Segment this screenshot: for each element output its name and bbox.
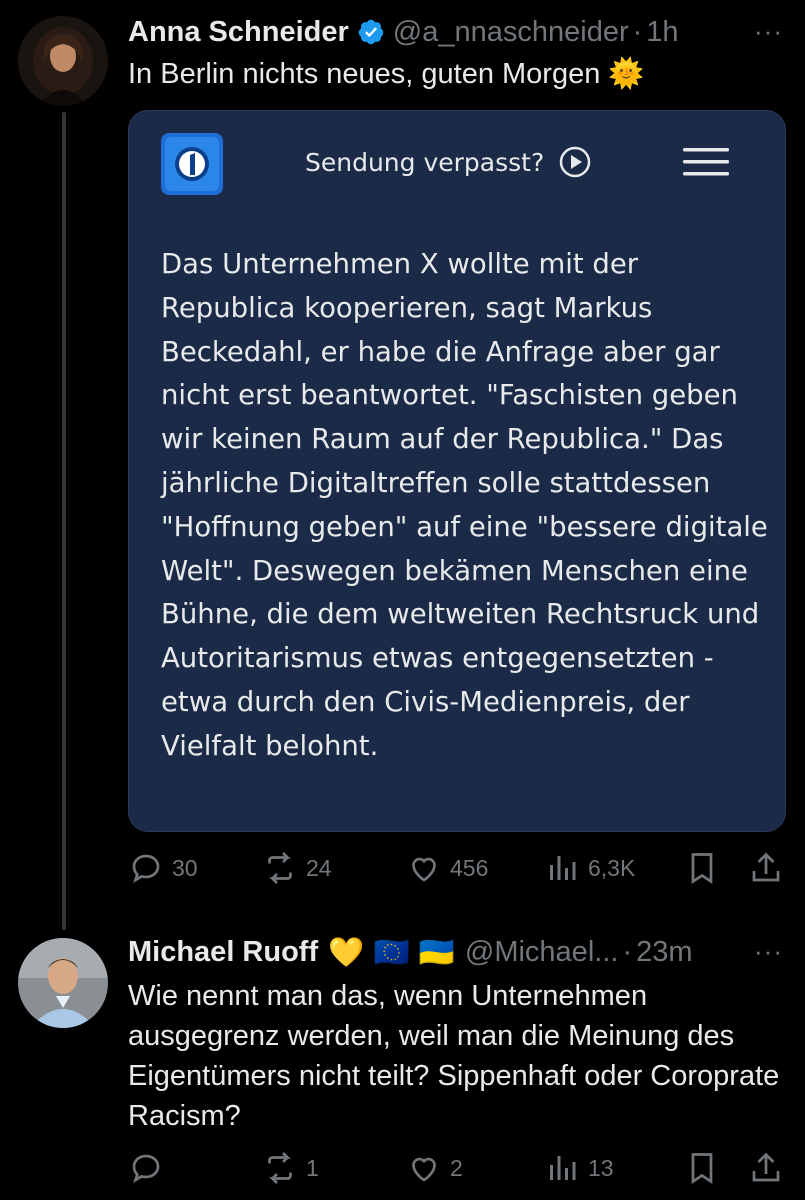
author-name[interactable]: Anna Schneider — [128, 14, 349, 50]
separator-dot: · — [632, 16, 643, 48]
card-title[interactable]: Sendung verpasst? — [305, 148, 544, 177]
author-name[interactable]: Michael Ruoff — [128, 934, 318, 970]
tweet1-header: Anna Schneider @a_nnaschneider · 1h — [128, 14, 679, 50]
tweet1-action-bar: 30 24 456 6,3K — [128, 848, 788, 888]
reply-icon — [132, 854, 160, 883]
author-handle[interactable]: @a_nnaschneider — [393, 14, 629, 50]
card-header: Sendung verpasst? — [305, 145, 592, 179]
share-icon — [752, 1152, 780, 1182]
tweet1-text: In Berlin nichts neues, guten Morgen 🌞 — [128, 58, 645, 90]
avatar-michael-ruoff[interactable] — [18, 938, 108, 1028]
share-button[interactable] — [748, 1150, 784, 1186]
repost-count: 1 — [306, 1154, 319, 1181]
avatar-image — [18, 938, 108, 1028]
like-count: 456 — [450, 854, 489, 881]
heart-icon — [412, 1157, 436, 1182]
tagesschau-logo-icon — [161, 133, 223, 195]
repost-icon — [268, 852, 292, 884]
views-button[interactable]: 6,3K — [544, 850, 635, 886]
embedded-screenshot-card[interactable]: Sendung verpasst? Das Unternehmen X woll… — [128, 110, 786, 832]
avatar-image — [18, 16, 108, 106]
bookmark-button[interactable] — [684, 850, 720, 886]
views-button[interactable]: 13 — [544, 1150, 614, 1186]
repost-count: 24 — [306, 854, 332, 881]
thread-connector-line — [62, 112, 66, 930]
views-chart-icon — [550, 1156, 576, 1180]
tweet2-action-bar: 1 2 13 — [128, 1148, 788, 1188]
more-options-icon[interactable]: ··· — [754, 936, 783, 967]
tweet2-text: Wie nennt man das, wenn Unternehmen ausg… — [128, 980, 780, 1132]
reply-button[interactable] — [128, 1150, 172, 1186]
bookmark-button[interactable] — [684, 1150, 720, 1186]
views-count: 6,3K — [588, 854, 636, 881]
share-button[interactable] — [748, 850, 784, 886]
reply-button[interactable]: 30 — [128, 850, 198, 886]
repost-icon — [268, 1152, 292, 1184]
verified-badge-icon — [357, 18, 385, 46]
reply-icon — [132, 1154, 160, 1183]
like-button[interactable]: 456 — [406, 850, 488, 886]
timestamp[interactable]: 1h — [646, 14, 678, 50]
views-count: 13 — [588, 1154, 614, 1181]
bookmark-icon — [691, 853, 713, 885]
card-body-text: Das Unternehmen X wollte mit der Republi… — [161, 248, 768, 762]
separator-dot: · — [622, 936, 633, 968]
avatar-anna-schneider[interactable] — [18, 16, 108, 106]
like-count: 2 — [450, 1154, 463, 1181]
views-chart-icon — [550, 856, 576, 880]
hamburger-menu-icon[interactable] — [683, 145, 729, 179]
play-circle-icon[interactable] — [558, 145, 592, 179]
bookmark-icon — [691, 1153, 713, 1185]
author-handle[interactable]: @Michael... — [465, 934, 619, 970]
like-button[interactable]: 2 — [406, 1150, 463, 1186]
more-options-icon[interactable]: ··· — [754, 16, 783, 47]
timestamp[interactable]: 23m — [636, 934, 692, 970]
share-icon — [752, 852, 780, 882]
tweet2-header: Michael Ruoff 💛 🇪🇺 🇺🇦 @Michael... · 23m — [128, 934, 693, 970]
reply-count: 30 — [172, 854, 198, 881]
profile-emojis: 💛 🇪🇺 🇺🇦 — [328, 935, 455, 969]
repost-button[interactable]: 24 — [262, 850, 332, 886]
heart-icon — [412, 857, 436, 882]
repost-button[interactable]: 1 — [262, 1150, 319, 1186]
